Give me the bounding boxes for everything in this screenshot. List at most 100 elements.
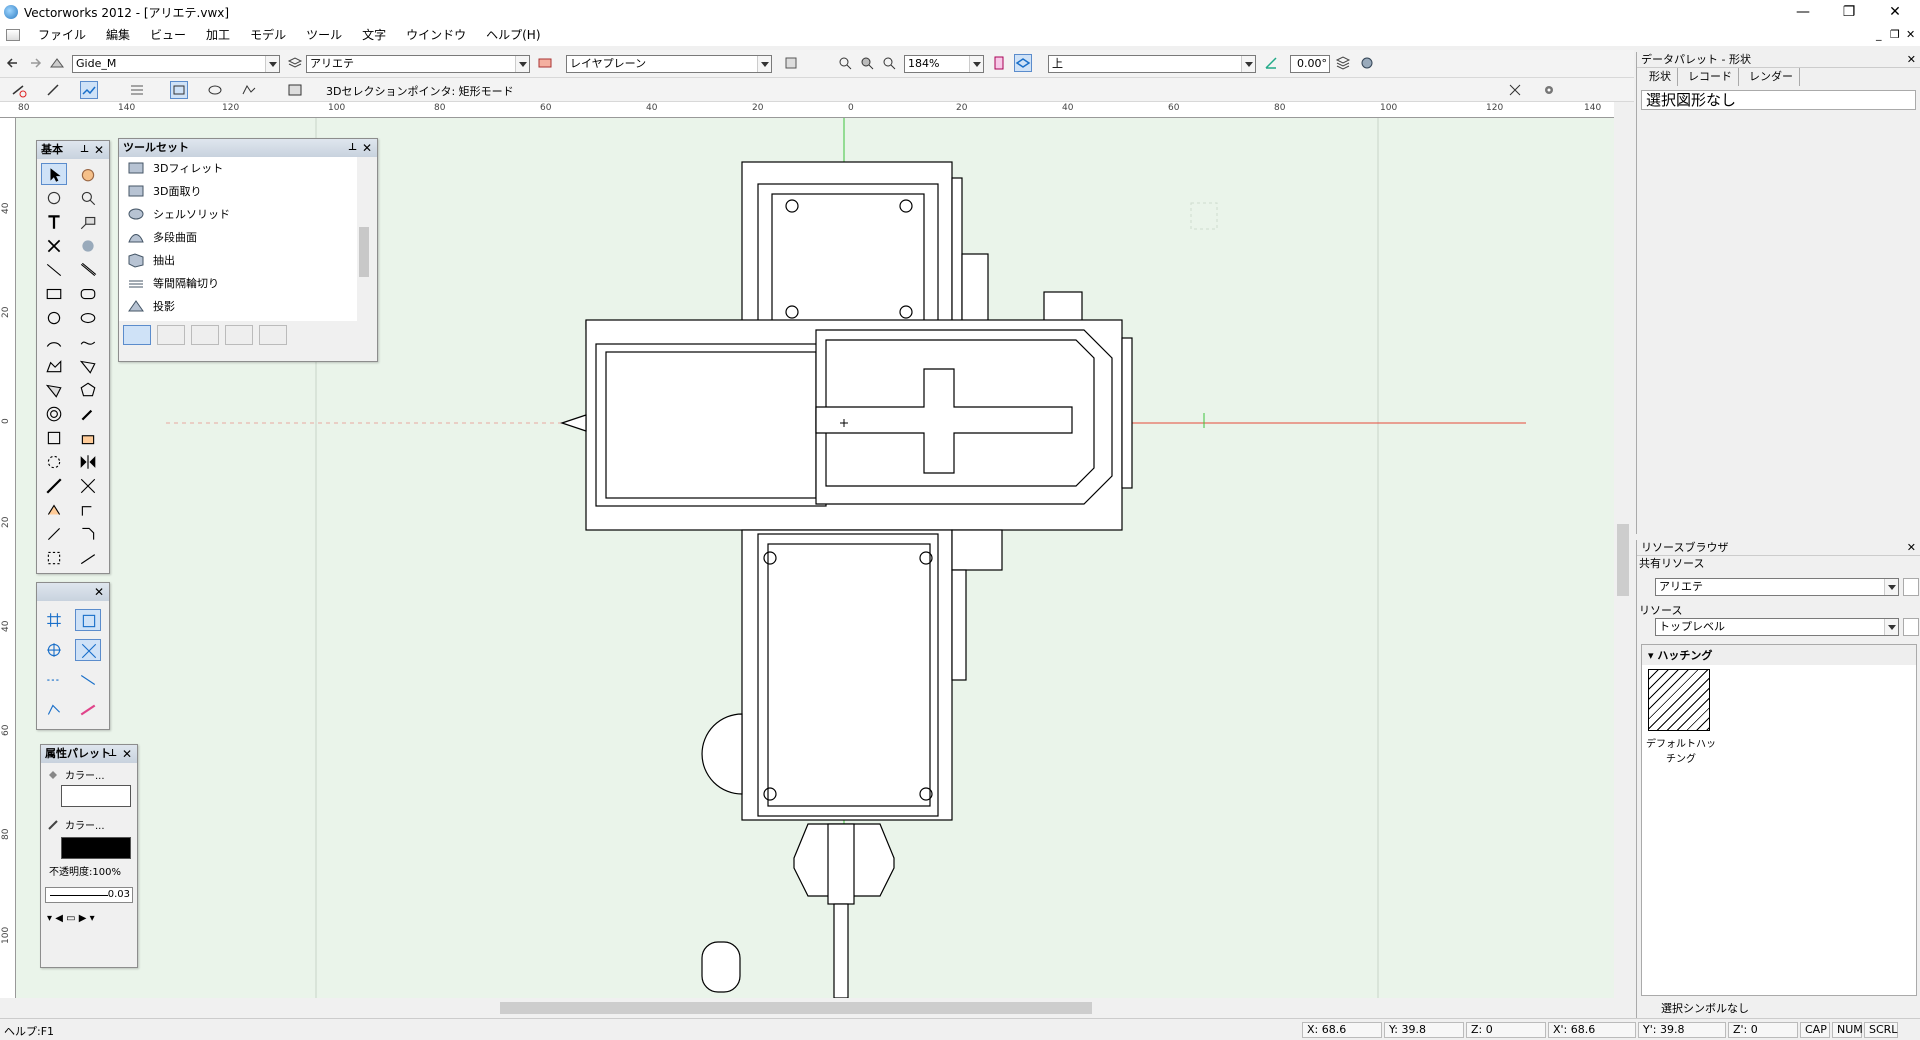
menu-modify[interactable]: 加工	[196, 24, 240, 46]
pin-icon[interactable]: ⊥	[348, 139, 357, 157]
regular-polygon-tool[interactable]	[75, 379, 101, 401]
home-icon[interactable]	[1903, 578, 1919, 596]
layer-options-icon[interactable]	[1334, 54, 1352, 72]
doc-restore-button[interactable]: ❐	[1890, 28, 1900, 41]
tool-shell-solid[interactable]: シェルソリッド	[123, 203, 363, 226]
rounded-rectangle-tool[interactable]	[75, 283, 101, 305]
arc-tool[interactable]	[41, 331, 67, 353]
tool-project[interactable]: 投影	[123, 295, 363, 318]
angle-icon[interactable]	[1262, 54, 1280, 72]
resource-browser-title[interactable]: リソースブラウザ ✕	[1637, 540, 1920, 556]
close-icon[interactable]: ✕	[362, 139, 372, 157]
opacity-label[interactable]: 不透明度:100%	[49, 863, 121, 878]
close-icon[interactable]: ✕	[94, 583, 104, 601]
shared-resource-select[interactable]: アリエテ	[1655, 578, 1899, 596]
plane-select[interactable]: レイヤプレーン	[566, 55, 772, 73]
toolset-tab-machine[interactable]	[259, 325, 287, 345]
clip-tool[interactable]	[41, 427, 67, 449]
close-icon[interactable]: ✕	[94, 141, 104, 159]
hatch-thumbnail[interactable]	[1648, 669, 1710, 731]
menu-window[interactable]: ウインドウ	[396, 24, 476, 46]
callout-tool[interactable]	[75, 211, 101, 233]
zoom-tool[interactable]	[75, 187, 101, 209]
rotate-tool[interactable]	[41, 451, 67, 473]
split-tool[interactable]	[41, 499, 67, 521]
tool-extract[interactable]: 抽出	[123, 249, 363, 272]
fill-style-select[interactable]: カラー...	[65, 767, 105, 782]
toolset-palette-title[interactable]: ツールセット ⊥ ✕	[119, 139, 377, 157]
mirror-tool[interactable]	[75, 451, 101, 473]
horizontal-scroll-thumb[interactable]	[500, 1002, 1092, 1014]
offset-tool[interactable]	[41, 523, 67, 545]
align-mode-icon[interactable]	[128, 81, 146, 99]
folder-options-icon[interactable]	[1903, 618, 1919, 636]
flyover-tool[interactable]	[41, 187, 67, 209]
tab-record[interactable]: レコード	[1682, 68, 1739, 86]
pen-color-swatch[interactable]	[61, 837, 131, 859]
plane-icon[interactable]	[536, 54, 554, 72]
close-button[interactable]: ✕	[1872, 0, 1918, 24]
snap-edge-icon[interactable]	[75, 699, 101, 721]
fill-color-swatch[interactable]	[61, 785, 131, 807]
oval-tool[interactable]	[75, 307, 101, 329]
menu-edit[interactable]: 編集	[96, 24, 140, 46]
polyline-tool[interactable]	[41, 355, 67, 377]
trim-tool[interactable]	[75, 475, 101, 497]
flyover-icon[interactable]	[990, 54, 1008, 72]
menu-model[interactable]: モデル	[240, 24, 296, 46]
polygon-marquee-icon[interactable]	[240, 81, 258, 99]
tab-shape[interactable]: 形状	[1643, 68, 1678, 86]
marquee-tool[interactable]	[41, 547, 67, 569]
menu-tools[interactable]: ツール	[296, 24, 352, 46]
toolset-scrollbar[interactable]	[357, 157, 371, 321]
attributes-palette-title[interactable]: 属性パレット ⊥ ✕	[41, 745, 137, 763]
doc-close-button[interactable]: ✕	[1906, 28, 1915, 41]
menu-text[interactable]: 文字	[352, 24, 396, 46]
pen-style-select[interactable]: カラー...	[65, 817, 105, 832]
minimize-button[interactable]: —	[1780, 0, 1826, 24]
pin-icon[interactable]: ⊥	[80, 141, 89, 159]
hatching-category[interactable]: ▾ ハッチング	[1642, 645, 1916, 665]
double-polygon-tool[interactable]	[41, 379, 67, 401]
snap-tangent-icon[interactable]	[75, 669, 101, 691]
pan-tool[interactable]	[75, 163, 101, 185]
data-palette-title[interactable]: データパレット - 形状 ✕	[1637, 52, 1920, 68]
angle-field[interactable]: 0.00°	[1290, 55, 1330, 73]
tool-contour-slice[interactable]: 等間隔輪切り	[123, 272, 363, 295]
view-select[interactable]: 上	[1048, 55, 1256, 73]
rectangle-select-mode-icon[interactable]	[80, 81, 98, 99]
rectangle-tool[interactable]	[41, 283, 67, 305]
render-mode-icon[interactable]	[782, 54, 800, 72]
snap-icon[interactable]	[10, 81, 28, 99]
snap-angle-icon[interactable]	[41, 639, 67, 661]
zoom-page-icon[interactable]	[858, 54, 876, 72]
eyedropper-tool[interactable]	[75, 403, 101, 425]
toolset-scroll-thumb[interactable]	[359, 227, 369, 277]
double-line-tool[interactable]	[75, 259, 101, 281]
tool-loft-surface[interactable]: 多段曲面	[123, 226, 363, 249]
attribute-tool[interactable]	[75, 235, 101, 257]
close-icon[interactable]: ✕	[1907, 540, 1916, 556]
menu-help[interactable]: ヘルプ(H)	[476, 24, 550, 46]
arrowhead-select[interactable]: ▾ ◀ ▭ ▶ ▾	[47, 913, 95, 924]
snap-intersection-icon[interactable]	[75, 639, 101, 661]
doc-minimize-button[interactable]: _	[1876, 28, 1882, 41]
horizontal-scrollbar[interactable]	[0, 998, 1614, 1018]
chamfer-tool[interactable]	[75, 523, 101, 545]
text-tool[interactable]	[41, 211, 67, 233]
polygon-tool[interactable]	[75, 355, 101, 377]
snap-grid-icon[interactable]	[41, 609, 67, 631]
locus-tool[interactable]	[41, 235, 67, 257]
layer-select[interactable]: アリエテ	[306, 55, 530, 73]
resource-folder-select[interactable]: トップレベル	[1655, 618, 1899, 636]
basic-palette-title[interactable]: 基本 ⊥ ✕	[37, 141, 109, 159]
connect-tool[interactable]	[75, 499, 101, 521]
snap-settings-icon[interactable]	[1506, 81, 1524, 99]
zoom-icon[interactable]	[880, 54, 898, 72]
selection-tool[interactable]	[41, 163, 67, 185]
gear-icon[interactable]	[1540, 81, 1558, 99]
layer-icon[interactable]	[286, 54, 304, 72]
tool-3d-chamfer[interactable]: 3D面取り	[123, 180, 363, 203]
tool-3d-fillet[interactable]: 3Dフィレット	[123, 157, 363, 180]
toolset-tab-visualization[interactable]	[157, 325, 185, 345]
